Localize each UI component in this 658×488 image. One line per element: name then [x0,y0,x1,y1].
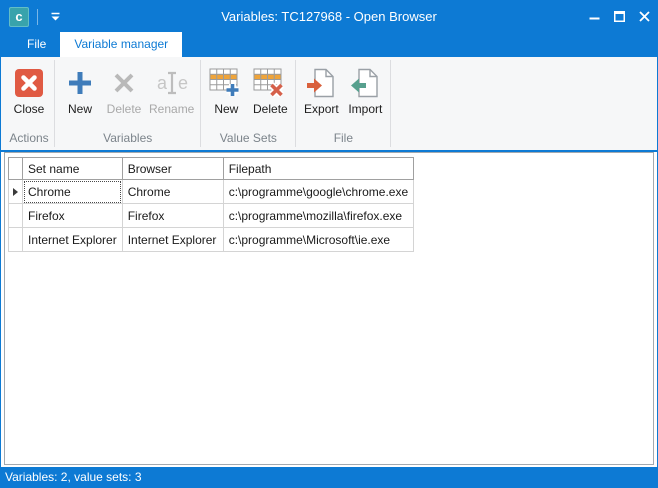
column-header-filepath[interactable]: Filepath [223,158,413,180]
minimize-button[interactable] [582,1,607,32]
group-separator [390,60,391,147]
delete-variable-label: Delete [107,102,142,116]
new-value-set-button[interactable]: New [204,64,248,118]
window-controls [582,1,657,32]
table-header-row: Set name Browser Filepath [9,158,414,180]
tab-file[interactable]: File [13,32,60,57]
delete-x-icon [110,66,138,100]
export-button[interactable]: Export [299,64,343,118]
close-window-icon [14,66,44,100]
rename-variable-button[interactable]: a e Rename [146,64,197,118]
app-icon[interactable]: c [9,7,29,27]
status-bar: Variables: 2, value sets: 3 [1,467,657,487]
new-value-set-label: New [214,102,238,116]
cell-filepath[interactable]: c:\programme\mozilla\firefox.exe [223,204,413,228]
quick-access-dropdown-icon[interactable] [50,12,61,22]
tab-variable-manager[interactable]: Variable manager [60,32,182,57]
group-label-actions: Actions [4,129,54,150]
close-button-label: Close [14,102,45,116]
cell-browser[interactable]: Firefox [122,204,223,228]
table-add-icon [209,66,243,100]
cell-browser[interactable]: Internet Explorer [122,228,223,252]
status-text: Variables: 2, value sets: 3 [5,470,142,484]
table-row: Firefox Firefox c:\programme\mozilla\fir… [9,204,414,228]
maximize-button[interactable] [607,1,632,32]
table-row: Internet Explorer Internet Explorer c:\p… [9,228,414,252]
export-label: Export [304,102,339,116]
ribbon: Close Actions New [1,57,657,152]
cell-browser[interactable]: Chrome [122,180,223,204]
import-document-icon [349,66,381,100]
svg-text:e: e [178,73,188,93]
plus-icon [66,66,94,100]
row-indicator-cell [9,204,23,228]
window-title: Variables: TC127968 - Open Browser [1,9,657,24]
group-label-file: File [296,129,390,150]
table-row: Chrome Chrome c:\programme\google\chrome… [9,180,414,204]
ribbon-group-variables: New Delete a [55,57,200,150]
close-variables-button[interactable]: Close [7,64,51,118]
title-bar: c Variables: TC127968 - Open Browser [1,1,657,32]
import-label: Import [348,102,382,116]
ribbon-group-actions: Close Actions [4,57,54,150]
cell-filepath[interactable]: c:\programme\Microsoft\ie.exe [223,228,413,252]
column-header-browser[interactable]: Browser [122,158,223,180]
ribbon-group-value-sets: New Delete Value Sets [201,57,295,150]
group-label-value-sets: Value Sets [201,129,295,150]
column-header-set-name[interactable]: Set name [23,158,123,180]
row-indicator-cell [9,228,23,252]
delete-value-set-label: Delete [253,102,288,116]
rename-variable-label: Rename [149,102,194,116]
variable-manager-panel: Set name Browser Filepath Chrome Chrome … [4,152,654,465]
ribbon-tab-strip: File Variable manager [1,32,657,57]
quick-access-separator [37,9,38,25]
import-button[interactable]: Import [343,64,387,118]
rename-icon: a e [154,66,190,100]
export-document-icon [305,66,337,100]
delete-value-set-button[interactable]: Delete [248,64,292,118]
cell-set-name[interactable]: Internet Explorer [23,228,123,252]
new-variable-label: New [68,102,92,116]
cell-filepath[interactable]: c:\programme\google\chrome.exe [223,180,413,204]
delete-variable-button[interactable]: Delete [102,64,146,118]
row-arrow-icon [13,188,18,196]
cell-set-name[interactable]: Firefox [23,204,123,228]
group-label-variables: Variables [55,129,200,150]
ribbon-group-file: Export Import File [296,57,390,150]
close-button[interactable] [632,1,657,32]
row-indicator-header [9,158,23,180]
value-sets-table: Set name Browser Filepath Chrome Chrome … [8,157,414,252]
table-delete-icon [253,66,287,100]
app-window: c Variables: TC127968 - Open Browser [0,0,658,488]
new-variable-button[interactable]: New [58,64,102,118]
svg-text:a: a [157,73,168,93]
current-row-indicator [9,180,23,204]
cell-set-name[interactable]: Chrome [23,180,123,204]
